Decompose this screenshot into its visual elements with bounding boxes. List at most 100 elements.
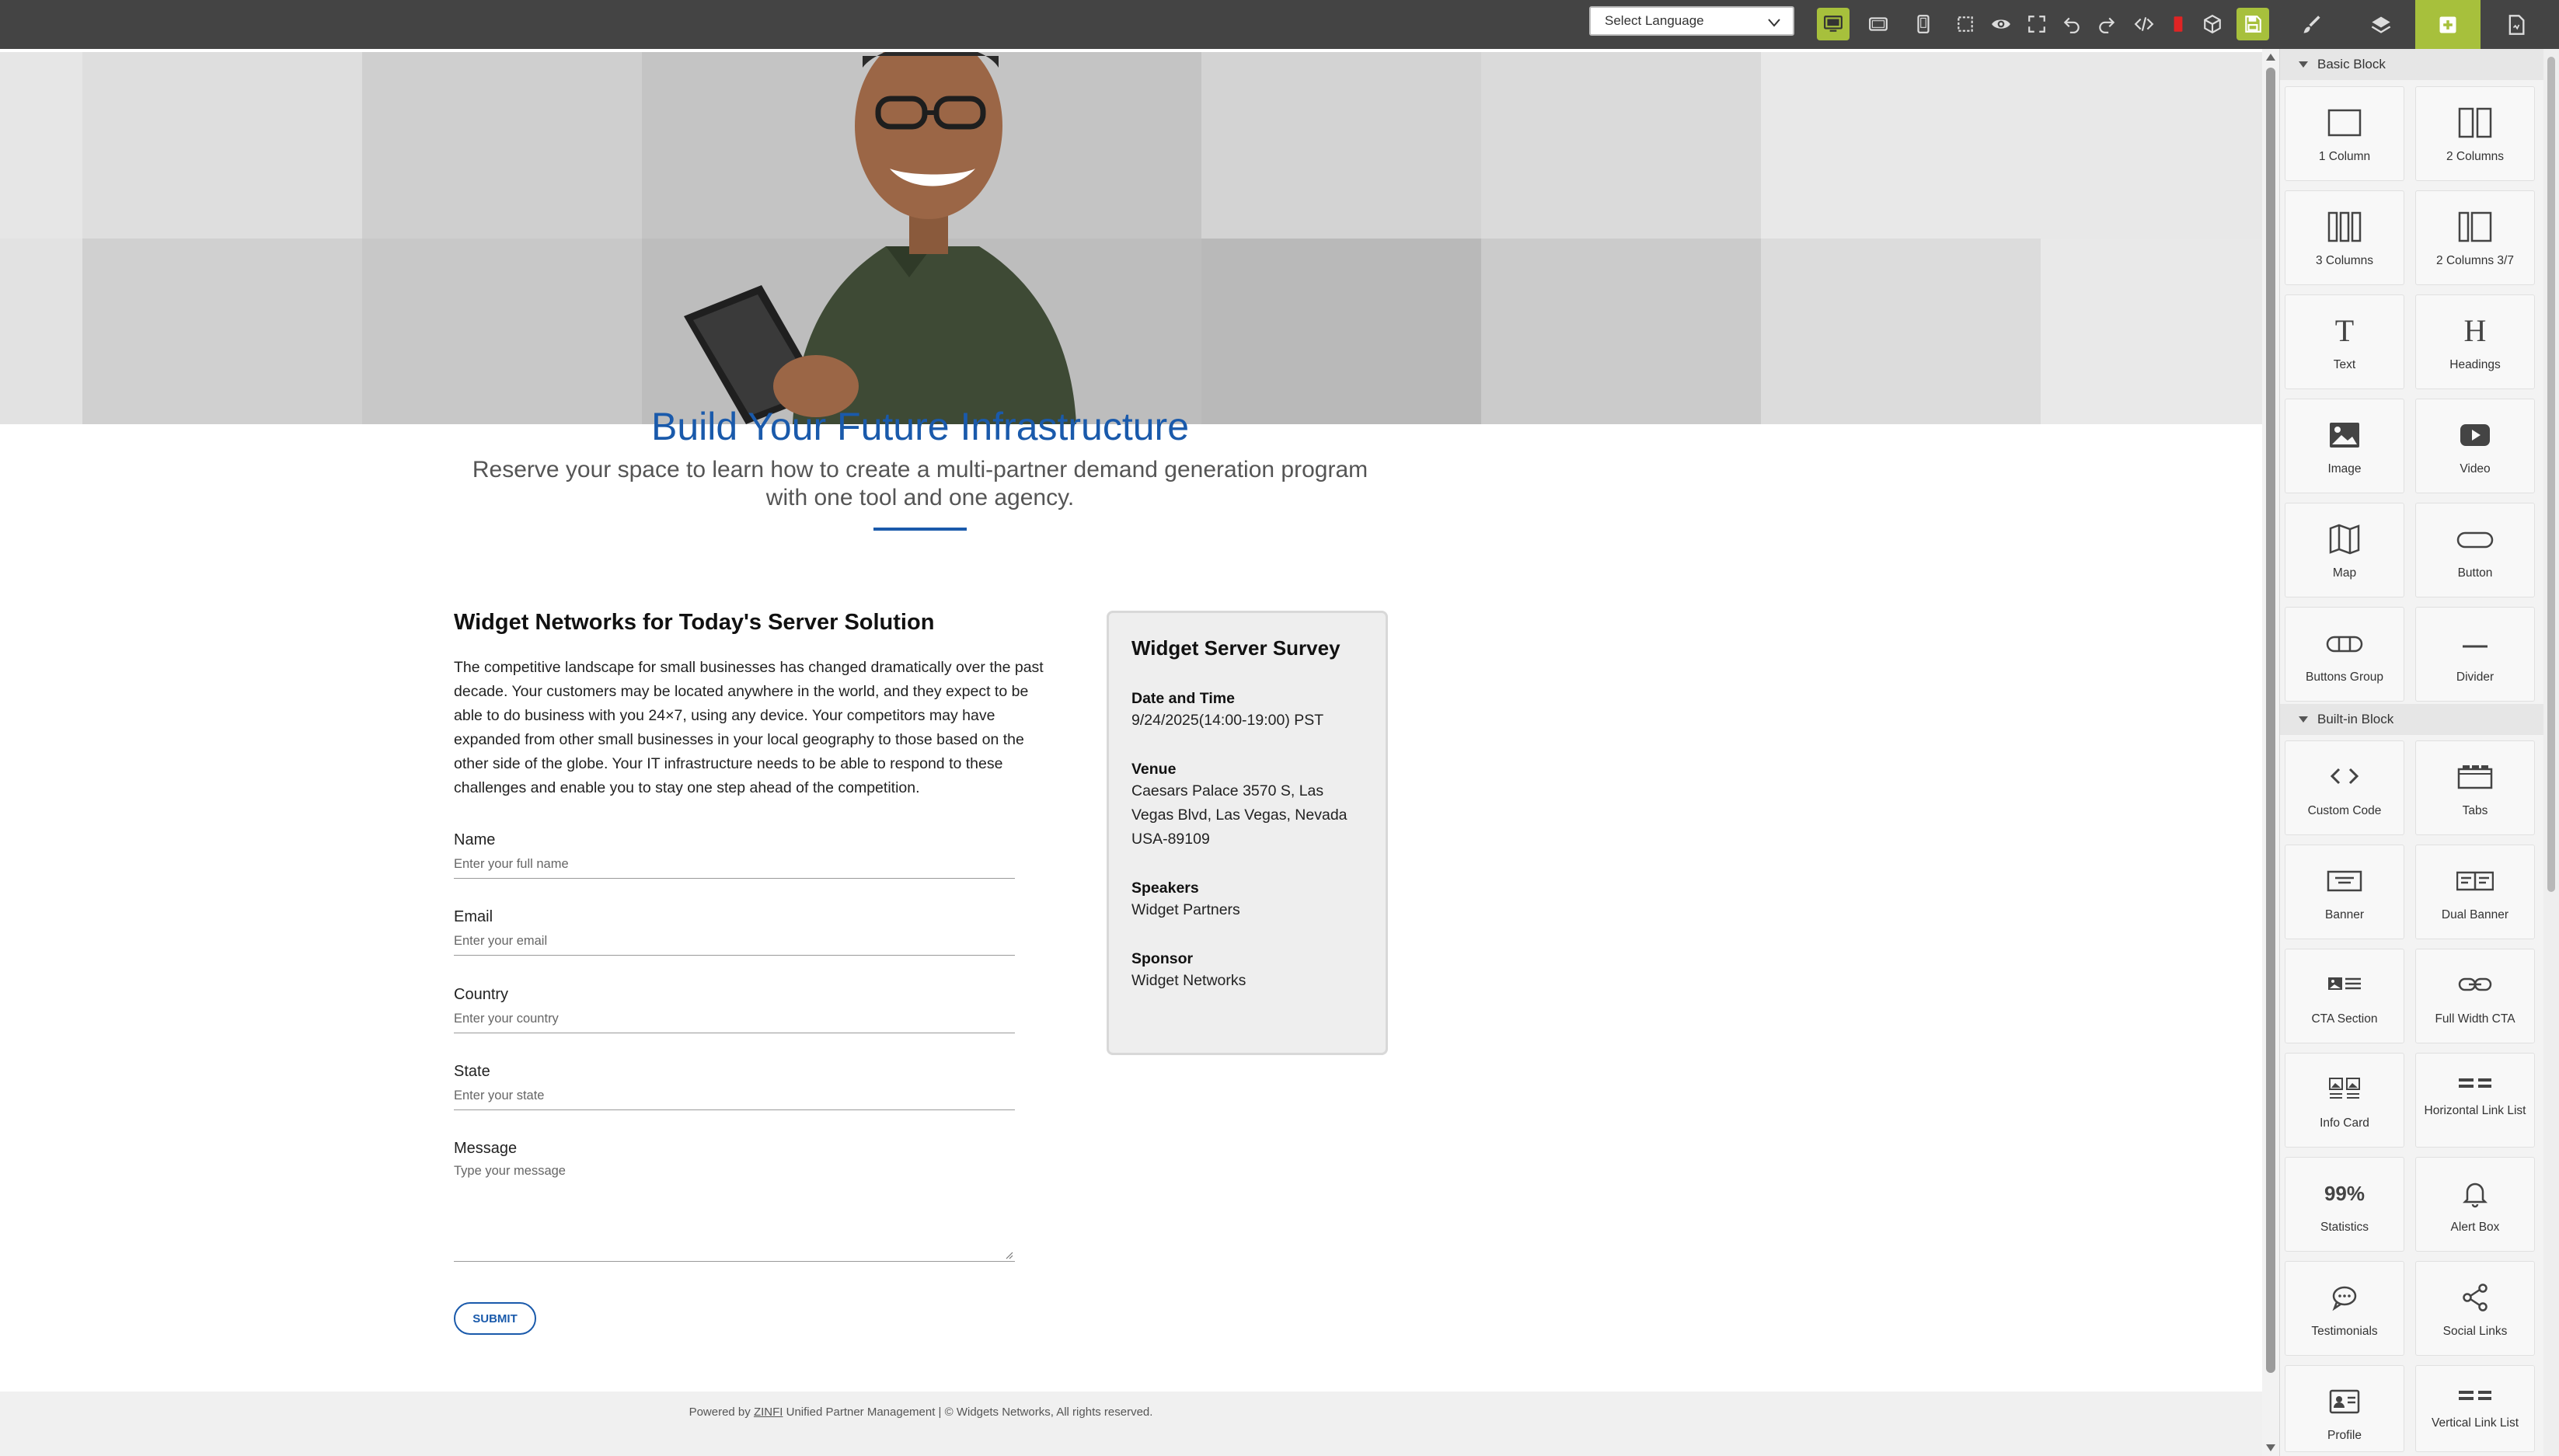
message-placeholder: Type your message (454, 1164, 566, 1178)
record-button[interactable] (2162, 8, 2195, 40)
view-code-button[interactable] (2128, 8, 2160, 40)
pages-button[interactable] (2484, 0, 2549, 49)
panel-scrollbar-thumb[interactable] (2547, 57, 2555, 892)
country-input[interactable]: Enter your country (454, 1010, 1015, 1033)
speakers-label: Speakers (1131, 880, 1199, 897)
language-select[interactable]: Select Language (1589, 6, 1794, 36)
footer-suffix: Unified Partner Management | © Widgets N… (783, 1405, 1153, 1419)
block-profile[interactable]: Profile (2285, 1365, 2404, 1452)
block-text[interactable]: T Text (2285, 294, 2404, 389)
block-full-width-cta[interactable]: Full Width CTA (2415, 949, 2535, 1043)
date-value: 9/24/2025(14:00-19:00) PST (1131, 712, 1324, 729)
page-footer: Powered by ZINFI Unified Partner Managem… (0, 1392, 2262, 1456)
scroll-up-icon[interactable] (2266, 54, 2275, 61)
canvas-scrollbar-thumb[interactable] (2266, 68, 2275, 1373)
caret-down-icon (2299, 61, 2308, 68)
hero-tile (0, 52, 82, 239)
hero-tile (1201, 52, 1481, 239)
canvas-scrollbar[interactable] (2262, 49, 2279, 1456)
block-divider[interactable]: Divider (2415, 607, 2535, 702)
hero-tile (362, 52, 642, 239)
block-label: Alert Box (2450, 1221, 2500, 1234)
name-label: Name (454, 831, 496, 848)
undo-button[interactable] (2055, 8, 2088, 40)
hero-image[interactable] (0, 52, 2262, 424)
email-label: Email (454, 908, 493, 925)
block-button[interactable]: Button (2415, 503, 2535, 597)
desktop-view-button[interactable] (1817, 8, 1850, 40)
panel-scrollbar[interactable] (2543, 49, 2559, 1456)
sponsor-label: Sponsor (1131, 950, 1194, 967)
message-label: Message (454, 1140, 518, 1157)
country-label: Country (454, 986, 509, 1003)
two-columns-37-icon (2458, 211, 2492, 242)
state-input[interactable]: Enter your state (454, 1087, 1015, 1110)
block-label: 2 Columns (2446, 150, 2505, 163)
block-tabs[interactable]: Tabs (2415, 740, 2535, 835)
hero-heading-block[interactable]: Build Your Future Infrastructure Reserve… (454, 402, 1386, 531)
redo-button[interactable] (2090, 8, 2123, 40)
submit-button[interactable]: SUBMIT (454, 1302, 536, 1335)
basic-block-category[interactable]: Basic Block (2280, 49, 2544, 80)
hero-tile (1201, 239, 1481, 424)
content-column[interactable]: Widget Networks for Today's Server Solut… (454, 610, 1060, 800)
block-label: Buttons Group (2306, 671, 2383, 684)
subtitle-line: with one tool and one agency. (765, 485, 1075, 510)
block-2-columns[interactable]: 2 Columns (2415, 86, 2535, 181)
three-columns-icon (2327, 211, 2362, 242)
import-button[interactable] (2196, 8, 2229, 40)
block-dual-banner[interactable]: Dual Banner (2415, 845, 2535, 939)
name-input[interactable]: Enter your full name (454, 855, 1015, 879)
block-custom-code[interactable]: Custom Code (2285, 740, 2404, 835)
venue-value: Caesars Palace 3570 S, Las Vegas Blvd, L… (1131, 779, 1363, 852)
language-select-label: Select Language (1605, 13, 1704, 28)
horizontal-list-icon (2459, 1078, 2491, 1088)
category-label: Built-in Block (2317, 712, 2394, 726)
block-3-columns[interactable]: 3 Columns (2285, 190, 2404, 285)
message-textarea[interactable]: Type your message (454, 1164, 1015, 1262)
block-vertical-link-list[interactable]: Vertical Link List (2415, 1365, 2535, 1452)
block-social-links[interactable]: Social Links (2415, 1261, 2535, 1356)
style-manager-button[interactable] (2279, 0, 2345, 49)
resize-grip-icon[interactable] (1004, 1250, 1013, 1259)
info-card-icon (2329, 1078, 2360, 1099)
scroll-down-icon[interactable] (2266, 1444, 2275, 1451)
block-headings[interactable]: H Headings (2415, 294, 2535, 389)
block-2-columns-3-7[interactable]: 2 Columns 3/7 (2415, 190, 2535, 285)
page-subtitle: Reserve your space to learn how to creat… (454, 456, 1386, 512)
block-info-card[interactable]: Info Card (2285, 1053, 2404, 1148)
block-horizontal-link-list[interactable]: Horizontal Link List (2415, 1053, 2535, 1148)
top-toolbar: Select Language (0, 0, 2559, 49)
block-statistics[interactable]: 99% Statistics (2285, 1157, 2404, 1252)
block-1-column[interactable]: 1 Column (2285, 86, 2404, 181)
block-image[interactable]: Image (2285, 399, 2404, 493)
tablet-landscape-button[interactable] (1862, 8, 1895, 40)
one-column-icon (2327, 109, 2362, 137)
component-outline-button[interactable] (1949, 8, 1982, 40)
blocks-panel: Basic Block 1 Column 2 Columns 3 Columns… (2279, 49, 2544, 1456)
layer-manager-button[interactable] (2348, 0, 2414, 49)
email-field: Email Enter your email (454, 908, 1015, 956)
mobile-view-button[interactable] (1907, 8, 1940, 40)
button-icon (2456, 531, 2494, 549)
block-testimonials[interactable]: Testimonials (2285, 1261, 2404, 1356)
blocks-button[interactable] (2415, 0, 2481, 49)
block-alert-box[interactable]: Alert Box (2415, 1157, 2535, 1252)
hero-tile (82, 52, 362, 239)
builtin-block-category[interactable]: Built-in Block (2280, 704, 2544, 735)
block-map[interactable]: Map (2285, 503, 2404, 597)
save-button[interactable] (2237, 8, 2269, 40)
preview-button[interactable] (1985, 8, 2017, 40)
fullscreen-button[interactable] (2020, 8, 2053, 40)
block-buttons-group[interactable]: Buttons Group (2285, 607, 2404, 702)
footer-link[interactable]: ZINFI (754, 1405, 783, 1419)
editor-canvas[interactable]: Build Your Future Infrastructure Reserve… (0, 49, 2262, 1456)
event-info-card[interactable]: Widget Server Survey Date and Time 9/24/… (1107, 611, 1388, 1055)
block-label: Statistics (2320, 1221, 2369, 1234)
block-video[interactable]: Video (2415, 399, 2535, 493)
hero-tile (82, 239, 362, 424)
block-banner[interactable]: Banner (2285, 845, 2404, 939)
block-cta-section[interactable]: CTA Section (2285, 949, 2404, 1043)
email-input[interactable]: Enter your email (454, 932, 1015, 956)
block-label: 2 Columns 3/7 (2436, 254, 2514, 267)
